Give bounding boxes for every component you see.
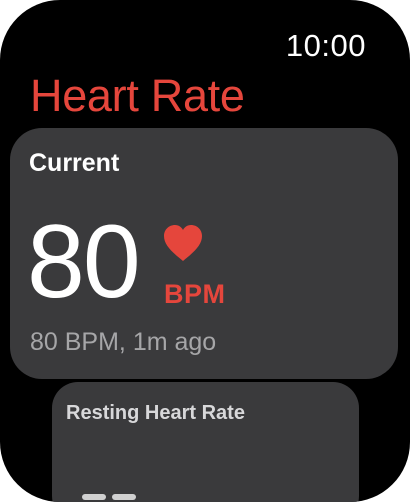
status-time: 10:00 <box>285 28 366 63</box>
current-card-title: Current <box>29 149 120 177</box>
page-indicator-dot <box>112 494 136 500</box>
page-title: Heart Rate <box>30 70 245 121</box>
resting-card-title: Resting Heart Rate <box>66 402 245 424</box>
page-indicator-dot <box>82 494 106 500</box>
last-reading-summary: 80 BPM, 1m ago <box>30 328 217 356</box>
watch-screen: 10:00 Heart Rate Current 80 BPM 80 BPM, … <box>0 0 410 502</box>
page-indicator <box>82 494 136 500</box>
current-bpm-value: 80 <box>27 204 141 320</box>
resting-heart-rate-card[interactable]: Resting Heart Rate <box>52 382 359 502</box>
bpm-unit-label: BPM <box>164 279 226 309</box>
current-heart-rate-card[interactable]: Current 80 BPM 80 BPM, 1m ago <box>10 128 398 379</box>
heart-icon <box>164 225 202 261</box>
